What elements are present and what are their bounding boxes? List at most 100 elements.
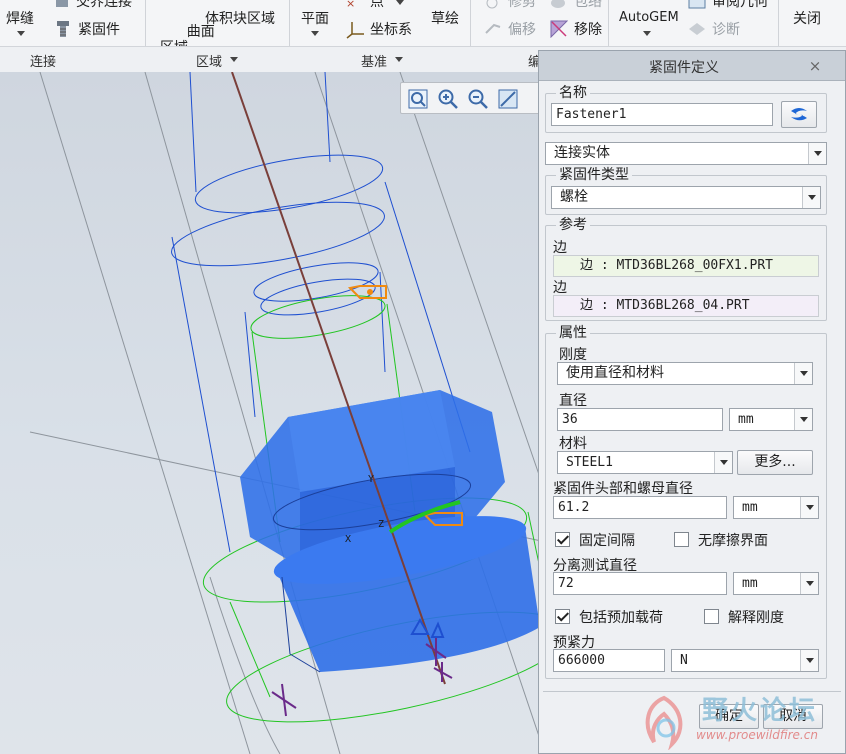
include-preload-checkbox[interactable] bbox=[555, 609, 570, 624]
stiffness-value: 使用直径和材料 bbox=[566, 365, 664, 381]
svg-text:Z: Z bbox=[378, 519, 384, 530]
wrap-label: 包络 bbox=[574, 0, 602, 10]
weld-dropdown-arrow[interactable] bbox=[17, 31, 25, 36]
chevron-down-icon[interactable] bbox=[802, 187, 820, 208]
chevron-down-icon[interactable] bbox=[800, 573, 818, 594]
connection-type-value: 连接实体 bbox=[554, 145, 610, 161]
diameter-unit-select[interactable]: mm bbox=[729, 408, 813, 431]
group-label-connect[interactable]: 连接 bbox=[30, 51, 56, 70]
weld-button[interactable]: 焊缝 bbox=[6, 8, 34, 28]
volume-region-button[interactable]: 体积块区域 bbox=[205, 8, 275, 28]
head-nut-unit-select[interactable]: mm bbox=[733, 496, 819, 519]
ref1-collector[interactable]: 边 : MTD36BL268_00FX1.PRT bbox=[553, 255, 819, 277]
plane-button[interactable]: 平面 bbox=[301, 8, 329, 28]
diameter-input[interactable]: 36 bbox=[557, 408, 723, 431]
separation-diameter-input[interactable]: 72 bbox=[553, 572, 727, 595]
plane-dropdown-arrow[interactable] bbox=[311, 31, 319, 36]
wrap-icon bbox=[551, 0, 565, 8]
head-nut-unit-value: mm bbox=[742, 500, 758, 515]
interface-connect-button[interactable]: 交界连接 bbox=[54, 0, 132, 11]
chevron-down-icon[interactable] bbox=[800, 497, 818, 518]
chevron-down-icon[interactable] bbox=[714, 452, 732, 473]
interface-connect-label: 交界连接 bbox=[76, 0, 132, 10]
coord-sys-label: 坐标系 bbox=[370, 22, 412, 38]
offset-label: 偏移 bbox=[508, 22, 536, 38]
remove-button[interactable]: 移除 bbox=[550, 19, 602, 39]
svg-text:X: X bbox=[345, 534, 351, 545]
fastener-label: 紧固件 bbox=[78, 22, 120, 38]
material-select[interactable]: STEEL1 bbox=[557, 451, 733, 474]
sketch-button[interactable]: 草绘 bbox=[431, 8, 459, 28]
diagnose-button[interactable]: 诊断 bbox=[688, 19, 740, 39]
ref2-label: 边 bbox=[553, 280, 567, 296]
frictionless-label: 无摩擦界面 bbox=[698, 533, 768, 549]
view-toolbar bbox=[400, 82, 540, 114]
fastener-edit-icon bbox=[791, 108, 807, 121]
preload-unit-select[interactable]: N bbox=[671, 649, 819, 672]
watermark-logo-icon bbox=[645, 695, 683, 750]
dialog-title: 紧固件定义 bbox=[649, 60, 719, 76]
fastener-definition-dialog: 紧固件定义 × 名称 Fastener1 连接实体 紧固件类型 螺栓 参考 边 … bbox=[538, 50, 846, 754]
zoom-out-icon[interactable] bbox=[467, 88, 489, 110]
review-geometry-icon bbox=[688, 0, 706, 9]
name-input[interactable]: Fastener1 bbox=[551, 103, 773, 126]
chevron-down-icon[interactable] bbox=[230, 57, 238, 62]
diagnose-label: 诊断 bbox=[712, 22, 740, 38]
group-label-region[interactable]: 区域 bbox=[196, 51, 222, 70]
offset-icon bbox=[485, 23, 501, 34]
coord-sys-button[interactable]: 坐标系 bbox=[346, 19, 412, 39]
ref2-collector[interactable]: 边 : MTD36BL268_04.PRT bbox=[553, 295, 819, 317]
fastener-button[interactable]: 紧固件 bbox=[54, 19, 120, 39]
offset-button[interactable]: 偏移 bbox=[484, 19, 536, 39]
fixed-spacing-checkbox[interactable] bbox=[555, 532, 570, 547]
chevron-down-icon[interactable] bbox=[794, 363, 812, 384]
repaint-icon[interactable] bbox=[497, 88, 519, 110]
connection-type-select[interactable]: 连接实体 bbox=[545, 142, 827, 165]
coord-sys-icon bbox=[346, 22, 364, 39]
name-edit-button[interactable] bbox=[781, 101, 817, 128]
refit-icon[interactable] bbox=[407, 88, 429, 110]
wrap-button[interactable]: 包络 bbox=[550, 0, 602, 11]
point-dropdown-arrow[interactable] bbox=[396, 0, 404, 5]
fastener-type-label: 紧固件类型 bbox=[556, 167, 632, 183]
review-geometry-button[interactable]: 审阅几何 bbox=[688, 0, 768, 11]
ribbon-commands: 焊缝 交界连接 紧固件 曲面 区域 体积块区域 平面 bbox=[0, 0, 846, 56]
separation-unit-value: mm bbox=[742, 576, 758, 591]
fastener-type-value: 螺栓 bbox=[560, 189, 588, 205]
explain-stiffness-checkbox[interactable] bbox=[704, 609, 719, 624]
close-button[interactable]: 关闭 bbox=[793, 8, 821, 28]
remove-label: 移除 bbox=[574, 22, 602, 38]
separation-unit-select[interactable]: mm bbox=[733, 572, 819, 595]
autogem-dropdown-arrow[interactable] bbox=[643, 31, 651, 36]
include-preload-label: 包括预加载荷 bbox=[579, 610, 663, 626]
fixed-spacing-label: 固定间隔 bbox=[579, 533, 635, 549]
material-label: 材料 bbox=[559, 436, 587, 452]
interface-connect-icon bbox=[56, 0, 68, 7]
frictionless-checkbox[interactable] bbox=[674, 532, 689, 547]
dialog-titlebar[interactable]: 紧固件定义 × bbox=[539, 51, 845, 81]
chevron-down-icon[interactable] bbox=[395, 57, 403, 62]
explain-stiffness-label: 解释刚度 bbox=[728, 610, 784, 626]
stiffness-select[interactable]: 使用直径和材料 bbox=[557, 362, 813, 385]
material-value: STEEL1 bbox=[566, 455, 613, 470]
trim-label: 修剪 bbox=[508, 0, 536, 10]
trim-button[interactable]: 修剪 bbox=[484, 0, 536, 11]
svg-text:Y: Y bbox=[368, 474, 374, 485]
chevron-down-icon[interactable] bbox=[800, 650, 818, 671]
chevron-down-icon[interactable] bbox=[794, 409, 812, 430]
point-label: 点 bbox=[370, 0, 384, 10]
preload-input[interactable]: 666000 bbox=[553, 649, 665, 672]
zoom-in-icon[interactable] bbox=[437, 88, 459, 110]
group-label-datum[interactable]: 基准 bbox=[361, 51, 387, 70]
point-button[interactable]: × 点 bbox=[346, 0, 384, 11]
autogem-button[interactable]: AutoGEM bbox=[619, 10, 679, 25]
point-icon: × bbox=[346, 0, 356, 10]
close-icon[interactable]: × bbox=[805, 57, 825, 75]
fastener-type-select[interactable]: 螺栓 bbox=[551, 186, 821, 209]
chevron-down-icon[interactable] bbox=[808, 143, 826, 164]
volume-region-label: 体积块区域 bbox=[205, 11, 275, 27]
watermark-title: 野火论坛 bbox=[702, 696, 819, 726]
head-nut-diameter-input[interactable]: 61.2 bbox=[553, 496, 727, 519]
plane-label: 平面 bbox=[301, 11, 329, 27]
more-materials-button[interactable]: 更多... bbox=[737, 450, 813, 475]
